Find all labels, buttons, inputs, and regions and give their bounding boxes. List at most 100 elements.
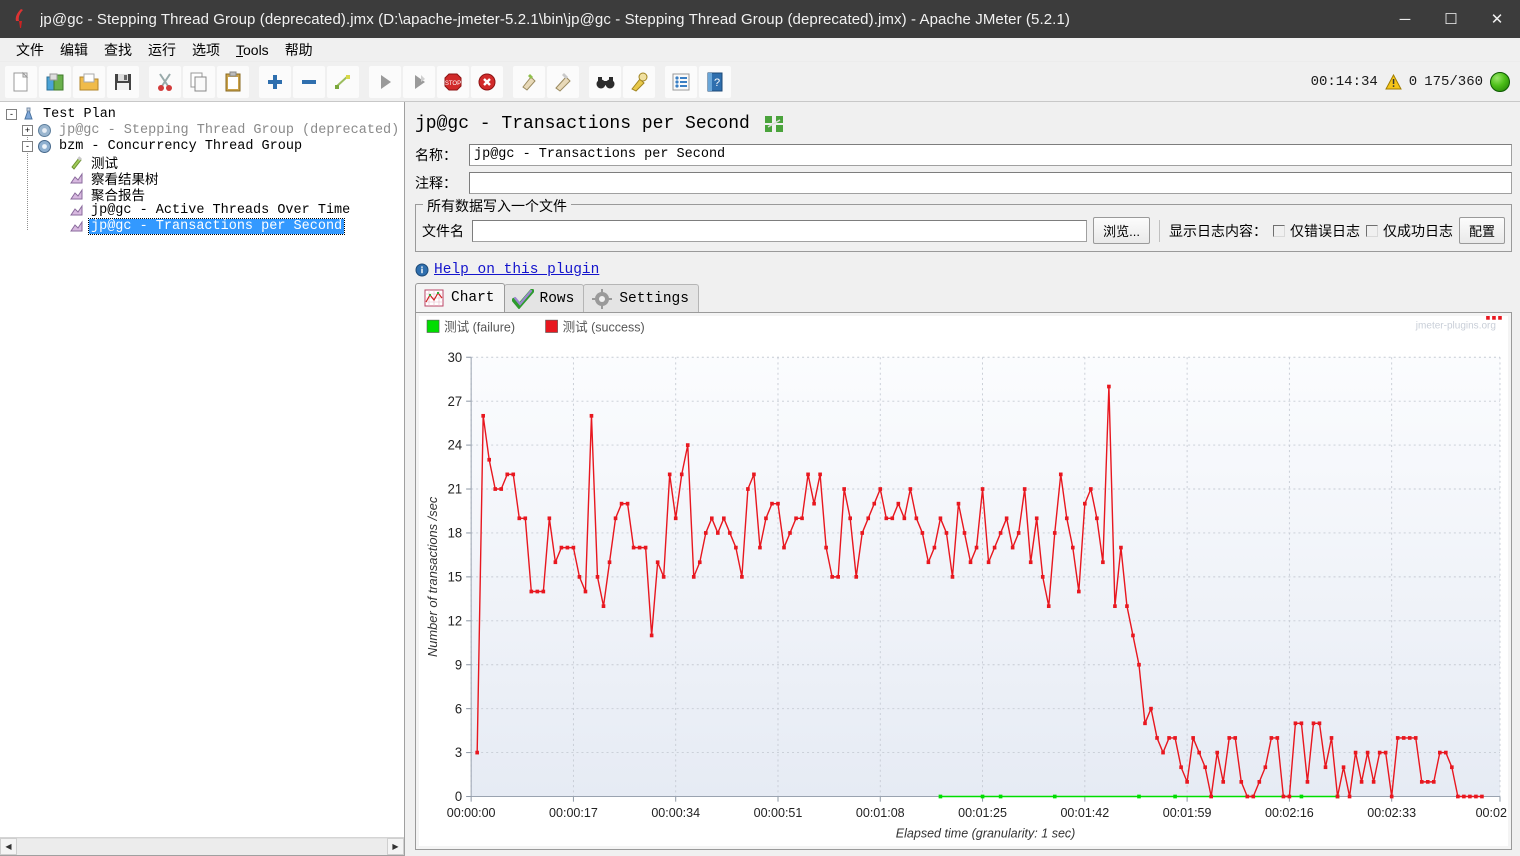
filename-input[interactable] <box>472 219 1088 242</box>
save-button[interactable] <box>107 65 139 98</box>
series-point <box>1431 780 1436 784</box>
stop-button[interactable]: STOP <box>437 65 469 98</box>
series-point <box>553 560 558 565</box>
start-button[interactable] <box>369 65 401 98</box>
listener-icon <box>68 170 85 186</box>
no-handle <box>54 205 65 216</box>
menu-item-run[interactable]: 运行 <box>140 38 184 62</box>
test-plan-tree[interactable]: - Test Plan + jp@gc - Stepping Thread Gr… <box>0 102 404 837</box>
menu-item-options[interactable]: 选项 <box>184 38 228 62</box>
search-button[interactable] <box>589 65 621 98</box>
series-point <box>998 794 1003 799</box>
series-point <box>1058 472 1063 477</box>
paste-button[interactable] <box>217 65 249 98</box>
series-point <box>1052 794 1057 799</box>
tab-settings[interactable]: Settings <box>583 284 699 312</box>
tree-horizontal-scrollbar[interactable]: ◀ ▶ <box>0 837 404 855</box>
maximize-button[interactable]: ☐ <box>1428 0 1474 38</box>
toggle-button[interactable] <box>327 65 359 98</box>
tree-node-sampler-test[interactable]: 测试 <box>4 154 404 173</box>
minimize-button[interactable]: ─ <box>1382 0 1428 38</box>
tab-rows[interactable]: Rows <box>503 284 585 312</box>
thread-count: 175/360 <box>1424 74 1483 90</box>
series-point <box>673 516 678 521</box>
series-point <box>1155 736 1159 740</box>
series-point <box>1016 531 1021 535</box>
tree-node-test-plan[interactable]: - Test Plan <box>4 106 404 122</box>
scroll-right-arrow-icon[interactable]: ▶ <box>387 838 404 855</box>
series-point <box>1323 765 1328 770</box>
close-button[interactable]: ✕ <box>1474 0 1520 38</box>
expand-all-button[interactable] <box>259 65 291 98</box>
help-on-this-plugin-link[interactable]: Help on this plugin <box>434 262 599 278</box>
test-plan-tree-panel: - Test Plan + jp@gc - Stepping Thread Gr… <box>0 102 405 856</box>
series-point <box>788 531 792 535</box>
menu-item-tools-mnemonic: T <box>236 41 243 58</box>
menu-item-help[interactable]: 帮助 <box>277 38 321 62</box>
clear-all-button[interactable] <box>547 65 579 98</box>
shutdown-button[interactable] <box>471 65 503 98</box>
function-helper-button[interactable] <box>665 65 697 98</box>
errors-only-checkbox[interactable]: 仅错误日志 <box>1272 221 1360 241</box>
x-axis-tick-label: 00:01:08 <box>856 805 905 820</box>
new-button[interactable] <box>5 65 37 98</box>
tab-bar: Chart Rows Settings <box>415 283 1512 313</box>
transactions-per-second-chart[interactable]: 测试 (failure) 测试 (success) jmeter-plugins.o… <box>419 316 1508 846</box>
series-point <box>1089 487 1093 491</box>
configure-button[interactable]: 配置 <box>1458 217 1505 244</box>
menu-item-edit[interactable]: 编辑 <box>52 38 96 62</box>
write-all-data-group-title: 所有数据写入一个文件 <box>423 196 571 216</box>
tree-node-stepping-thread-group[interactable]: + jp@gc - Stepping Thread Group (depreca… <box>4 122 404 138</box>
open-button[interactable] <box>73 65 105 98</box>
search-reset-button[interactable] <box>623 65 655 98</box>
series-point <box>1107 384 1111 389</box>
series-point <box>1341 765 1346 770</box>
series-point <box>1257 780 1262 784</box>
listener-config-panel: jp@gc - Transactions per Second 名称： jp@g… <box>405 102 1520 856</box>
templates-button[interactable] <box>39 65 71 98</box>
success-only-checkbox-box[interactable] <box>1365 224 1378 237</box>
panel-header: jp@gc - Transactions per Second <box>415 108 1512 140</box>
filename-row: 文件名 浏览... 显示日志内容： 仅错误日志 仅成功日志 配置 <box>422 217 1505 244</box>
scroll-left-arrow-icon[interactable]: ◀ <box>0 838 17 855</box>
series-point <box>679 472 684 477</box>
series-point <box>475 750 479 755</box>
start-no-pauses-button[interactable] <box>403 65 435 98</box>
series-point <box>583 589 588 594</box>
menu-item-tools[interactable]: Tools <box>228 40 277 60</box>
collapse-handle[interactable]: - <box>22 140 33 152</box>
collapse-all-button[interactable] <box>293 65 325 98</box>
series-point <box>1064 516 1069 521</box>
tree-node-active-threads-over-time[interactable]: jp@gc - Active Threads Over Time <box>4 202 404 218</box>
tree-node-view-results-tree[interactable]: 察看结果树 <box>4 170 404 189</box>
series-point <box>818 472 822 477</box>
series-point <box>1311 721 1316 726</box>
check-icon <box>511 288 534 309</box>
scrollbar-track[interactable] <box>17 838 387 855</box>
tree-node-transactions-per-second[interactable]: jp@gc - Transactions per Second <box>4 217 404 235</box>
chart-container[interactable]: 测试 (failure) 测试 (success) jmeter-plugins.o… <box>415 313 1512 850</box>
series-point <box>1179 765 1183 770</box>
cut-button[interactable] <box>149 65 181 98</box>
menu-item-search[interactable]: 查找 <box>96 38 140 62</box>
menu-item-file[interactable]: 文件 <box>8 38 52 62</box>
clear-button[interactable] <box>513 65 545 98</box>
expand-panel-icon[interactable] <box>764 115 784 133</box>
comment-input[interactable] <box>469 172 1512 194</box>
tree-node-concurrency-thread-group[interactable]: - bzm - Concurrency Thread Group <box>4 138 404 154</box>
series-point <box>1161 750 1165 755</box>
tree-node-aggregate-report[interactable]: 聚合报告 <box>4 186 404 205</box>
browse-button[interactable]: 浏览... <box>1093 217 1150 244</box>
expand-handle[interactable]: - <box>6 108 17 120</box>
help-button[interactable]: ? <box>699 65 731 98</box>
tab-chart[interactable]: Chart <box>415 283 505 312</box>
expand-handle[interactable]: + <box>22 124 33 136</box>
series-point <box>565 545 570 550</box>
tree-node-label: jp@gc - Transactions per Second <box>87 217 346 235</box>
name-input[interactable]: jp@gc - Transactions per Second <box>469 144 1512 166</box>
copy-button[interactable] <box>183 65 215 98</box>
series-point <box>607 560 612 565</box>
errors-only-checkbox-box[interactable] <box>1272 224 1285 237</box>
warning-icon[interactable] <box>1384 73 1402 90</box>
success-only-checkbox[interactable]: 仅成功日志 <box>1365 221 1453 241</box>
